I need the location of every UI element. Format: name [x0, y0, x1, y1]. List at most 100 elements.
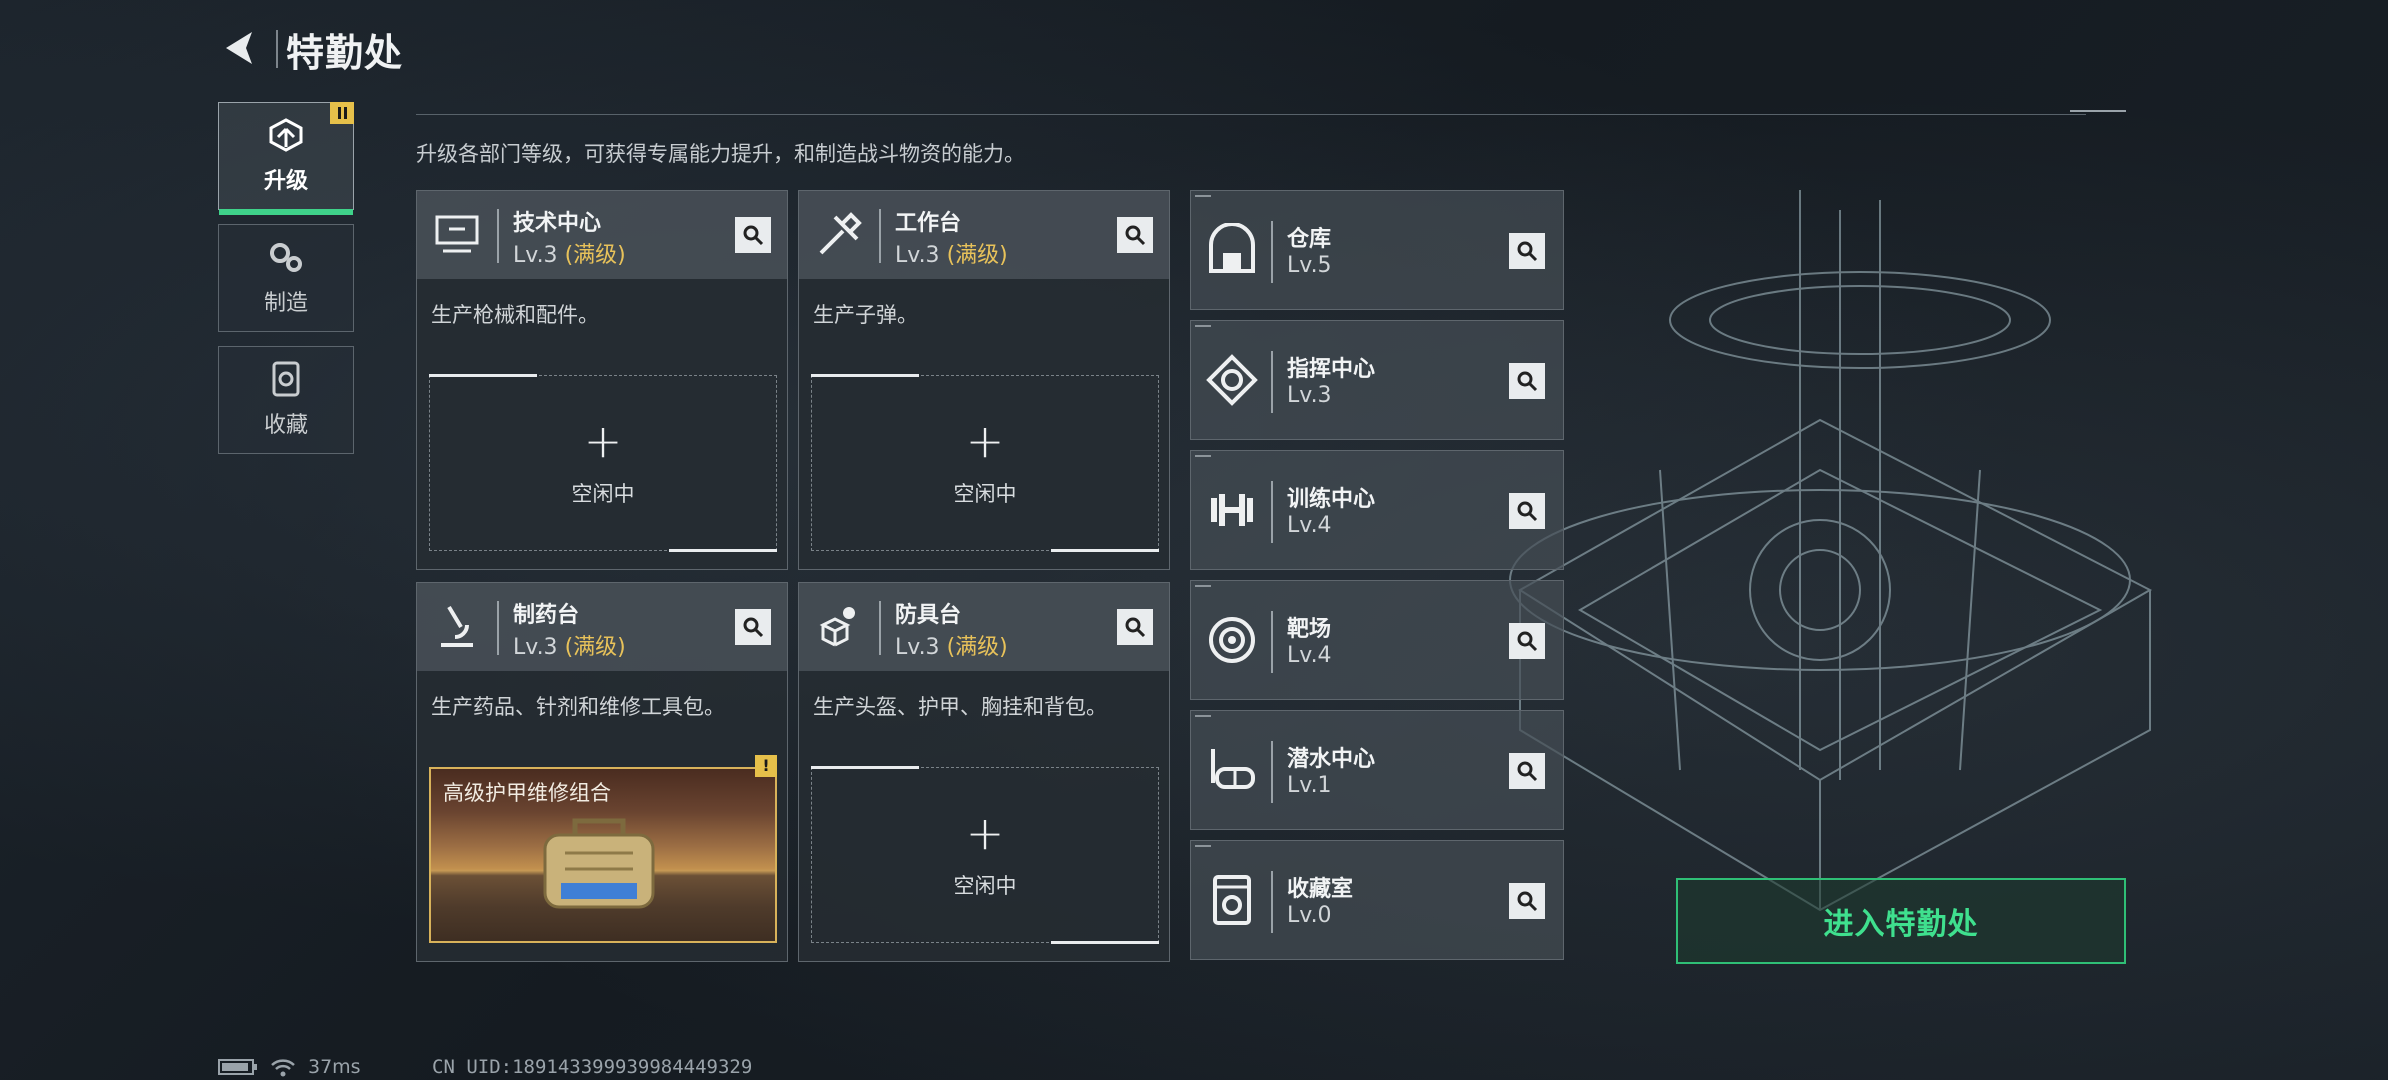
slot-status: 空闲中 [953, 874, 1017, 898]
tools-icon [819, 212, 862, 255]
card-header: 工作台 Lv.3 (满级) [799, 191, 1169, 279]
facility-card-armor-bench: 防具台 Lv.3 (满级) 生产头盔、护甲、胸挂和背包。 + 空闲中 [798, 582, 1170, 962]
facility-description: 生产枪械和配件。 [431, 303, 599, 327]
facility-diving-center[interactable]: 潜水中心 Lv.1 [1190, 710, 1564, 830]
status-bar: 37ms [218, 1056, 361, 1078]
facility-name: 工作台 [895, 211, 962, 236]
add-icon: + [965, 806, 1005, 860]
facility-name: 潜水中心 [1287, 747, 1376, 772]
facility-level: Lv.3 [1287, 383, 1332, 408]
enter-special-ops-button[interactable]: 进入特勤处 [1676, 878, 2126, 964]
notice-badge [330, 102, 354, 124]
search-icon [1517, 371, 1538, 392]
facility-collection-room[interactable]: 收藏室 Lv.0 [1190, 840, 1564, 960]
facility-shooting-range[interactable]: 靶场 Lv.4 [1190, 580, 1564, 700]
diving-mask-icon [1211, 749, 1255, 789]
card-header: 制药台 Lv.3 (满级) [417, 583, 787, 671]
slot-status: 空闲中 [571, 482, 635, 506]
add-icon: + [583, 414, 623, 468]
facility-name: 制药台 [513, 603, 580, 628]
microscope-icon [441, 605, 473, 647]
search-icon [1517, 891, 1538, 912]
header-separator [879, 601, 881, 655]
facility-name: 靶场 [1287, 617, 1332, 642]
facility-description: 生产头盔、护甲、胸挂和背包。 [813, 695, 1107, 719]
tab-label: 升级 [263, 169, 308, 194]
facility-level: Lv.3 (满级) [513, 243, 626, 268]
upgrade-icon [269, 118, 303, 152]
tab-label: 制造 [263, 291, 308, 316]
enter-button-label: 进入特勤处 [1823, 907, 1979, 942]
divider-line [416, 114, 2086, 115]
card-header: 防具台 Lv.3 (满级) [799, 583, 1169, 671]
facility-level: Lv.3 (满级) [895, 243, 1008, 268]
facility-level: Lv.3 (满级) [513, 635, 626, 660]
facility-name: 仓库 [1287, 227, 1332, 252]
search-button[interactable] [735, 609, 771, 645]
header-separator [497, 601, 499, 655]
facility-level: Lv.4 [1287, 513, 1332, 538]
tab-upgrade[interactable]: 升级 [218, 102, 354, 215]
search-icon [743, 617, 764, 638]
search-button[interactable] [1509, 753, 1545, 789]
facility-name: 防具台 [895, 603, 962, 628]
facility-name: 收藏室 [1287, 877, 1354, 902]
facility-card-workbench: 工作台 Lv.3 (满级) 生产子弹。 + 空闲中 [798, 190, 1170, 570]
production-slot[interactable]: + 空闲中 [811, 374, 1159, 552]
facility-training-center[interactable]: 训练中心 Lv.4 [1190, 450, 1564, 570]
item-name: 高级护甲维修组合 [443, 781, 611, 805]
search-button[interactable] [1509, 363, 1545, 399]
divider-accent [2070, 110, 2126, 112]
back-arrow-icon[interactable] [218, 26, 262, 70]
production-slot[interactable]: + 空闲中 [811, 766, 1159, 944]
facility-card-tech-center: 技术中心 Lv.3 (满级) 生产枪械和配件。 + 空闲中 [416, 190, 788, 570]
search-button[interactable] [1509, 623, 1545, 659]
page-description: 升级各部门等级，可获得专属能力提升，和制造战斗物资的能力。 [416, 142, 1025, 166]
search-button[interactable] [1117, 217, 1153, 253]
search-button[interactable] [735, 217, 771, 253]
search-icon [743, 225, 764, 246]
warehouse-icon [1209, 223, 1255, 273]
armor-repair-kit-icon [543, 818, 655, 909]
header-separator [497, 209, 499, 263]
max-level-label: (满级) [564, 243, 626, 268]
facility-description: 生产药品、针剂和维修工具包。 [431, 695, 725, 719]
page-title: 特勤处 [286, 31, 404, 75]
facility-level: Lv.5 [1287, 253, 1332, 278]
search-button[interactable] [1509, 233, 1545, 269]
max-level-label: (满级) [946, 635, 1008, 660]
search-icon [1517, 501, 1538, 522]
facility-command-center[interactable]: 指挥中心 Lv.3 [1190, 320, 1564, 440]
tab-craft[interactable]: 制造 [218, 224, 354, 332]
search-icon [1125, 225, 1146, 246]
facility-level: Lv.0 [1287, 903, 1332, 928]
dumbbell-icon [1211, 494, 1253, 526]
tab-label: 收藏 [263, 413, 308, 438]
facility-card-pharmacy: 制药台 Lv.3 (满级) 生产药品、针剂和维修工具包。 高级护甲维修组合 ! [416, 582, 788, 962]
collection-room-icon [1213, 875, 1251, 925]
gears-icon [270, 243, 302, 272]
wifi-icon [271, 1059, 295, 1077]
production-item[interactable]: 高级护甲维修组合 ! [429, 755, 777, 943]
card-header: 技术中心 Lv.3 (满级) [417, 191, 787, 279]
computer-icon [435, 215, 479, 253]
target-icon [1209, 617, 1255, 663]
tab-collection[interactable]: 收藏 [218, 346, 354, 454]
warning-badge: ! [755, 755, 777, 777]
facility-level: Lv.3 (满级) [895, 635, 1008, 660]
search-button[interactable] [1509, 493, 1545, 529]
facility-warehouse[interactable]: 仓库 Lv.5 [1190, 190, 1564, 310]
search-button[interactable] [1509, 883, 1545, 919]
facility-level: Lv.4 [1287, 643, 1332, 668]
max-level-label: (满级) [946, 243, 1008, 268]
battery-icon [218, 1059, 257, 1075]
facility-name: 指挥中心 [1287, 357, 1376, 382]
facility-level: Lv.1 [1287, 773, 1332, 798]
collection-icon [272, 361, 300, 397]
ping-text: 37ms [308, 1056, 361, 1078]
search-icon [1125, 617, 1146, 638]
production-slot[interactable]: + 空闲中 [429, 374, 777, 552]
max-level-label: (满级) [564, 635, 626, 660]
search-button[interactable] [1117, 609, 1153, 645]
armor-icon [819, 607, 855, 647]
